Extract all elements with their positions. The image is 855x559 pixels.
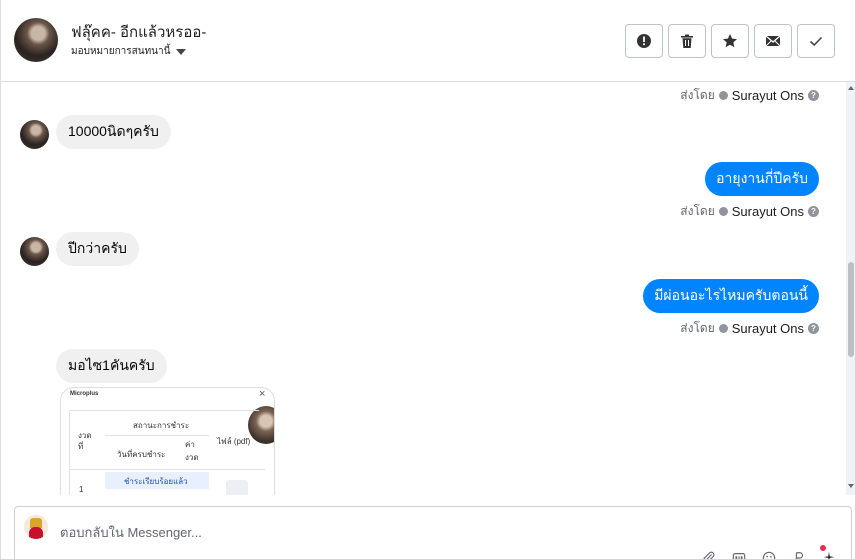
contact-avatar-small[interactable]: [20, 120, 49, 149]
page-icon: [718, 91, 728, 100]
sender-name[interactable]: Surayut Ons: [732, 204, 804, 219]
contact-avatar-small[interactable]: [20, 237, 49, 266]
assign-conversation-dropdown[interactable]: มอบหมายการสนทนานี้: [71, 44, 187, 59]
mark-unread-button[interactable]: [754, 24, 792, 58]
scroll-thumb[interactable]: [848, 262, 854, 357]
divider: [69, 469, 265, 470]
message-bubble-incoming[interactable]: มอไซ1คันครับ: [56, 349, 167, 383]
help-icon[interactable]: ?: [808, 323, 819, 334]
saved-reply-icon[interactable]: [790, 549, 808, 559]
paid-status: ชำระเรียบร้อยแล้ว: [124, 477, 188, 486]
divider: [69, 410, 259, 411]
pdf-file-icon: [226, 480, 248, 495]
page-icon: [718, 207, 728, 216]
composer-toolbar: [700, 549, 838, 559]
row-number: 1: [79, 485, 84, 494]
divider: [105, 435, 209, 436]
caret-down-icon: [176, 48, 187, 55]
attachment-profile-photo: [248, 406, 274, 444]
page-avatar: [24, 515, 48, 539]
message-bubble-incoming[interactable]: 10000นิดๆครับ: [56, 115, 171, 149]
assign-conversation-label: มอบหมายการสนทนานี้: [71, 46, 171, 57]
star-icon: [723, 34, 737, 48]
contact-avatar[interactable]: [14, 18, 58, 62]
attachment-icon[interactable]: [700, 549, 718, 559]
payment-status-header: สถานะการชำระ: [133, 421, 190, 430]
sender-name[interactable]: Surayut Ons: [732, 321, 804, 336]
reply-composer[interactable]: ตอบกลับใน Messenger...: [14, 506, 852, 559]
message-bubble-outgoing[interactable]: อายุงานกี่ปีครับ: [705, 162, 819, 196]
help-icon[interactable]: ?: [808, 90, 819, 101]
page-icon: [718, 324, 728, 333]
contact-name[interactable]: ฟลุ๊คค- อีกแล้วหรออ-: [71, 20, 206, 44]
emoji-icon[interactable]: [760, 549, 778, 559]
message-thread[interactable]: ส่งโดย Surayut Ons ? 10000นิดๆครับ อายุง…: [1, 82, 846, 495]
col-amount: ค่า งวด: [185, 440, 199, 462]
col-file: ไฟล์ (pdf): [217, 437, 251, 446]
message-bubble-outgoing[interactable]: มีผ่อนอะไรไหมครับตอนนี้: [643, 279, 819, 313]
sent-by-label: ส่งโดย Surayut Ons ?: [680, 202, 819, 221]
reply-input[interactable]: ตอบกลับใน Messenger...: [60, 522, 202, 543]
scroll-down-arrow[interactable]: [848, 484, 854, 488]
scroll-up-arrow[interactable]: [848, 86, 854, 90]
sent-by-label: ส่งโดย Surayut Ons ?: [680, 86, 819, 105]
delete-button[interactable]: [668, 24, 706, 58]
conversation-header: ฟลุ๊คค- อีกแล้วหรออ- มอบหมายการสนทนานี้: [1, 0, 855, 82]
check-icon: [809, 36, 823, 47]
message-bubble-incoming[interactable]: ปีกว่าครับ: [56, 232, 139, 266]
col-installment: งวด ที่: [78, 431, 92, 451]
divider: [69, 410, 70, 495]
trash-icon: [681, 34, 693, 48]
image-attachment[interactable]: Microplus × สถานะการชำระ งวด ที่ วันที่ค…: [60, 387, 275, 495]
gif-icon[interactable]: [730, 549, 748, 559]
close-icon: ×: [259, 388, 266, 400]
mark-done-button[interactable]: [797, 24, 835, 58]
sent-by-label: ส่งโดย Surayut Ons ?: [680, 319, 819, 338]
help-icon[interactable]: ?: [808, 206, 819, 217]
thread-scrollbar[interactable]: [846, 82, 855, 495]
envelope-icon: [765, 35, 781, 47]
sender-name[interactable]: Surayut Ons: [732, 88, 804, 103]
mark-spam-button[interactable]: [625, 24, 663, 58]
col-due-date: วันที่ครบชำระ: [117, 450, 166, 459]
alert-circle-icon: [637, 34, 651, 48]
star-button[interactable]: [711, 24, 749, 58]
attachment-brand: Microplus: [70, 391, 99, 397]
notification-dot: [820, 545, 826, 551]
conversation-panel: ฟลุ๊คค- อีกแล้วหรออ- มอบหมายการสนทนานี้: [0, 0, 855, 559]
conversation-actions: [625, 24, 835, 58]
